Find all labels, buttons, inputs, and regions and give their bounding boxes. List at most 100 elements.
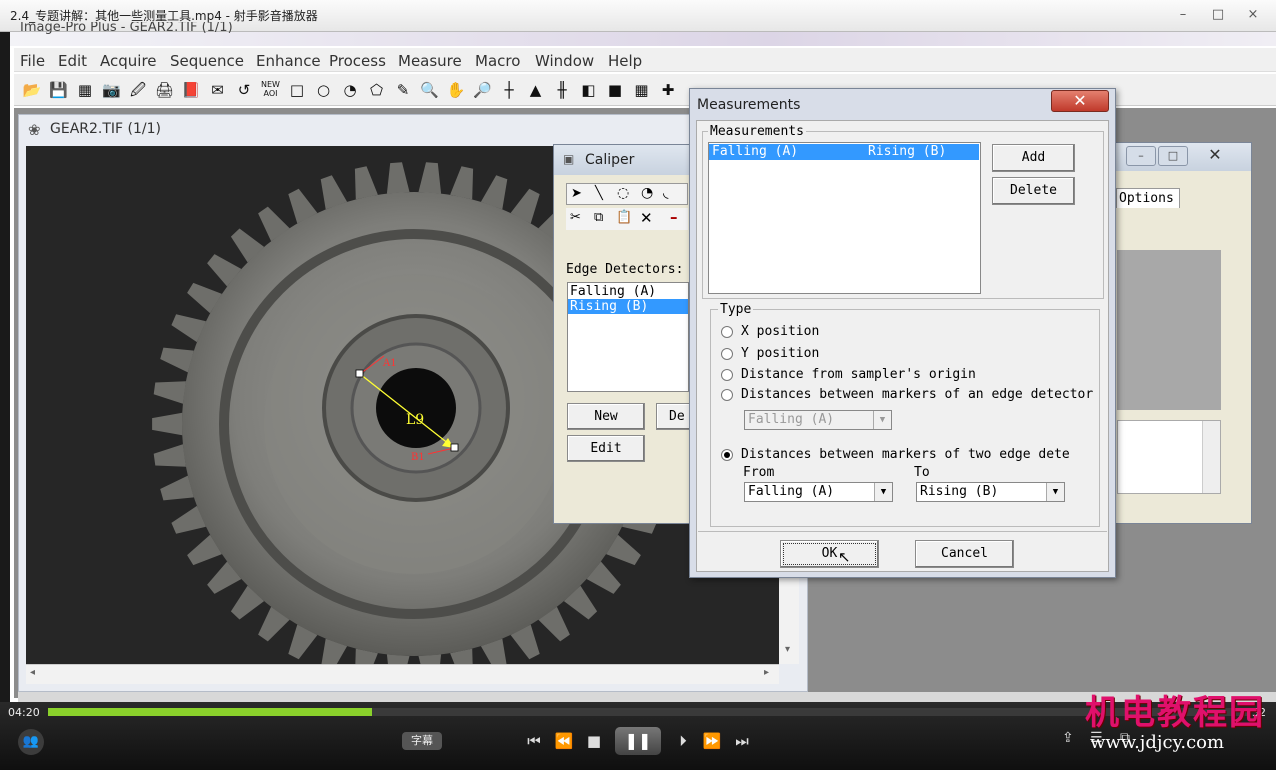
next-file-icon[interactable]: ⏭ (730, 730, 754, 752)
menu-process[interactable]: Process (329, 52, 386, 70)
freehand-tool-icon[interactable]: ◟ (663, 185, 668, 201)
step-forward-icon[interactable]: ⏵ (671, 730, 695, 752)
single-detector-value: Falling (A) (748, 412, 835, 427)
list-item[interactable]: Falling (A) (568, 284, 688, 299)
share-icon[interactable]: ⇪ (1062, 730, 1074, 746)
toolbar-button-icon[interactable]: ↺ (234, 80, 254, 100)
radio-x-position[interactable] (721, 326, 733, 338)
toolbar-button-icon[interactable]: ✉ (208, 80, 228, 100)
copy-icon[interactable]: ⧉ (594, 210, 603, 225)
options-list[interactable] (1117, 420, 1221, 494)
chevron-down-icon: ▼ (873, 411, 891, 429)
measurement-from: Falling (A) (712, 144, 799, 159)
app-title: Image-Pro Plus - GEAR2.TIF (1/1) (20, 22, 233, 34)
stop-icon[interactable]: ■ (582, 730, 606, 752)
ok-button[interactable]: OK (780, 540, 879, 568)
add-button[interactable]: Add (992, 144, 1075, 172)
cancel-button[interactable]: Cancel (915, 540, 1014, 568)
edge-detectors-label: Edge Detectors: (566, 262, 684, 277)
toolbar-button-icon[interactable]: ○ (314, 80, 334, 100)
circle-tool-icon[interactable]: ◌ (617, 185, 629, 201)
toolbar-button-icon[interactable]: 🖉 (128, 80, 148, 100)
dialog-close-button[interactable]: ✕ (1051, 90, 1109, 112)
prev-file-icon[interactable]: ⏮ (522, 730, 546, 752)
toolbar-button-icon[interactable]: ✋ (446, 80, 466, 100)
from-select[interactable]: Falling (A) ▼ (744, 482, 893, 502)
cut-icon[interactable]: ✂ (570, 210, 581, 225)
toolbar-button-icon[interactable]: ⬠ (367, 80, 387, 100)
toolbar-button-icon[interactable]: ▦ (75, 80, 95, 100)
toolbar-button-icon[interactable]: ■ (605, 80, 625, 100)
toolbar-button-icon[interactable]: 🔍 (420, 80, 440, 100)
watermark-logo: 机电教程园 (1085, 693, 1265, 733)
options-close-button[interactable]: ✕ (1200, 144, 1230, 166)
options-minimize-button[interactable]: – (1126, 146, 1156, 166)
list-item[interactable]: Falling (A) Rising (B) (709, 144, 979, 160)
menu-enhance[interactable]: Enhance (256, 52, 321, 70)
single-detector-select[interactable]: Falling (A) ▼ (744, 410, 892, 430)
minimize-button[interactable]: – (1172, 5, 1194, 25)
menu-file[interactable]: File (20, 52, 45, 70)
measurements-list[interactable] (708, 142, 981, 294)
menu-window[interactable]: Window (535, 52, 594, 70)
menu-acquire[interactable]: Acquire (100, 52, 157, 70)
caliper-window-icon: ▣ (563, 152, 575, 166)
toolbar-button-icon[interactable]: ┼ (499, 80, 519, 100)
radio-distance-origin[interactable] (721, 369, 733, 381)
options-maximize-button[interactable]: □ (1158, 146, 1188, 166)
toolbar-button-icon[interactable]: ◧ (579, 80, 599, 100)
radio-one-detector[interactable] (721, 389, 733, 401)
toolbar-button-icon[interactable]: 🔎 (473, 80, 493, 100)
image-window-icon: ❀ (28, 121, 41, 139)
rewind-icon[interactable]: ⏪ (552, 730, 576, 752)
tab-options[interactable]: Options (1116, 188, 1180, 208)
line-tool-icon[interactable]: ╲ (595, 186, 603, 201)
marker-b-label: B1 (411, 452, 425, 463)
edit-button[interactable]: Edit (567, 435, 645, 462)
menu-measure[interactable]: Measure (398, 52, 462, 70)
toolbar-button-icon[interactable]: 📂 (22, 80, 42, 100)
toolbar-button-icon[interactable]: ✚ (658, 80, 678, 100)
toolbar-button-icon[interactable]: ✎ (393, 80, 413, 100)
minus-icon[interactable]: – (670, 208, 678, 226)
maximize-button[interactable]: □ (1207, 5, 1229, 25)
toolbar-button-icon[interactable]: ◔ (340, 80, 360, 100)
watermark-url: www.jdjcy.com (1090, 732, 1225, 753)
toolbar-button-icon[interactable]: ▲ (526, 80, 546, 100)
toolbar-button-icon[interactable]: □ (287, 80, 307, 100)
radio-label: Distances between markers of two edge de… (741, 447, 1070, 462)
arc-tool-icon[interactable]: ◔ (641, 185, 653, 201)
image-window-title: GEAR2.TIF (1/1) (50, 121, 161, 137)
toolbar-button-icon[interactable]: ╫ (552, 80, 572, 100)
chevron-down-icon: ▼ (1046, 483, 1064, 501)
to-label: To (914, 465, 930, 480)
radio-two-detectors[interactable] (721, 449, 733, 461)
menu-edit[interactable]: Edit (58, 52, 87, 70)
toolbar-button-icon[interactable]: NEW AOI (261, 80, 281, 100)
radio-y-position[interactable] (721, 348, 733, 360)
delete-button[interactable]: Delete (992, 177, 1075, 205)
toolbar-button-icon[interactable]: 📷 (102, 80, 122, 100)
menu-sequence[interactable]: Sequence (170, 52, 244, 70)
toolbar-button-icon[interactable]: 🖨 (155, 80, 175, 100)
new-button[interactable]: New (567, 403, 645, 430)
pause-button[interactable]: ❚❚ (615, 727, 661, 755)
subtitle-button[interactable]: 字幕 (402, 732, 442, 750)
pointer-icon[interactable]: ➤ (571, 186, 582, 201)
paste-icon[interactable]: 📋 (616, 210, 632, 225)
horizontal-scrollbar[interactable]: ◂ ▸ (26, 664, 779, 684)
toolbar-button-icon[interactable]: 💾 (49, 80, 69, 100)
menu-help[interactable]: Help (608, 52, 642, 70)
toolbar-button-icon[interactable]: ▦ (632, 80, 652, 100)
toolbar-button-icon[interactable]: 📕 (181, 80, 201, 100)
delete-icon[interactable]: ✕ (640, 209, 653, 227)
close-button[interactable]: × (1242, 5, 1264, 25)
list-item[interactable]: Rising (B) (568, 299, 688, 314)
playlist-icon[interactable]: 👥 (18, 729, 44, 755)
fast-forward-icon[interactable]: ⏩ (700, 730, 724, 752)
menu-macro[interactable]: Macro (475, 52, 520, 70)
marker-a-label: A1 (382, 358, 397, 369)
to-select[interactable]: Rising (B) ▼ (916, 482, 1065, 502)
caliper-tools-row2: ✂ ⧉ 📋 ✕ – (566, 208, 688, 230)
app-title-bar (10, 32, 1276, 46)
